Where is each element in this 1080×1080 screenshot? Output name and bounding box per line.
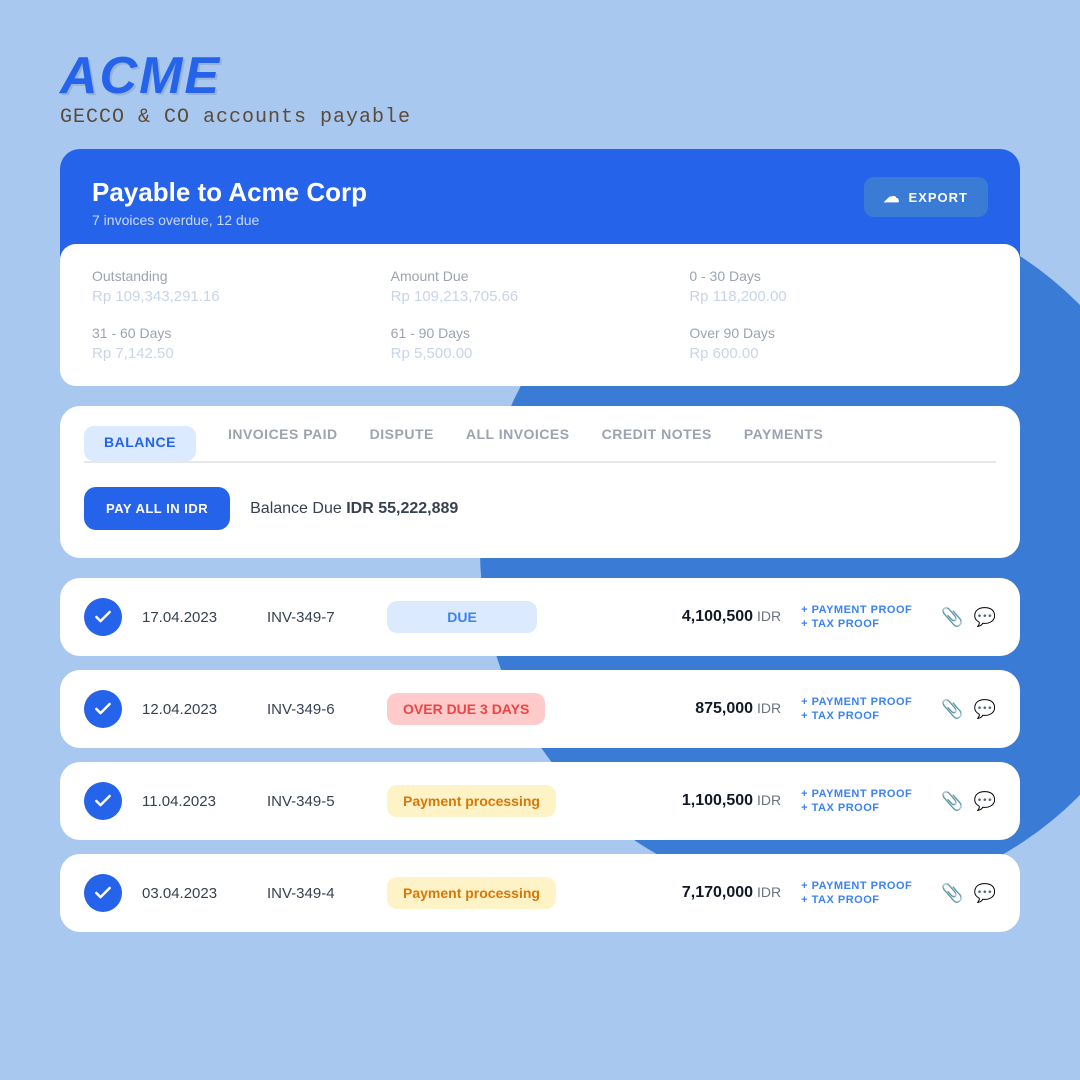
invoice-amount-1: 875,000IDR bbox=[641, 700, 781, 718]
stat-31-60: 31 - 60 Days Rp 7,142.50 bbox=[92, 325, 391, 362]
company-subtitle: GECCO & CO accounts payable bbox=[60, 106, 1020, 129]
payment-proof-link-2[interactable]: + PAYMENT PROOF bbox=[801, 788, 921, 800]
pay-all-button[interactable]: PAY ALL IN IDR bbox=[84, 487, 230, 530]
comment-icon-3[interactable]: 💬 bbox=[974, 883, 996, 904]
invoice-status-2: Payment processing bbox=[387, 785, 556, 817]
tab-dispute[interactable]: DISPUTE bbox=[370, 426, 434, 461]
invoice-row: 11.04.2023 INV-349-5 Payment processing … bbox=[60, 762, 1020, 840]
payment-proof-link-0[interactable]: + PAYMENT PROOF bbox=[801, 604, 921, 616]
comment-icon-0[interactable]: 💬 bbox=[974, 607, 996, 628]
check-icon-1[interactable] bbox=[84, 690, 122, 728]
tabs-content: PAY ALL IN IDR Balance Due IDR 55,222,88… bbox=[60, 463, 1020, 558]
invoice-list: 17.04.2023 INV-349-7 DUE 4,100,500IDR + … bbox=[60, 578, 1020, 932]
stat-61-90-label: 61 - 90 Days bbox=[391, 325, 690, 341]
tab-invoices-paid[interactable]: INVOICES PAID bbox=[228, 426, 338, 461]
invoice-date-0: 17.04.2023 bbox=[142, 609, 247, 626]
balance-due: Balance Due IDR 55,222,889 bbox=[250, 500, 458, 518]
export-icon: ☁ bbox=[884, 187, 901, 207]
invoice-date-3: 03.04.2023 bbox=[142, 885, 247, 902]
stat-31-60-value: Rp 7,142.50 bbox=[92, 345, 391, 362]
invoice-actions-3: + PAYMENT PROOF + TAX PROOF bbox=[801, 880, 921, 906]
invoice-status-1: OVER DUE 3 DAYS bbox=[387, 693, 545, 725]
invoice-actions-1: + PAYMENT PROOF + TAX PROOF bbox=[801, 696, 921, 722]
export-button[interactable]: ☁ EXPORT bbox=[864, 177, 988, 217]
tax-proof-link-3[interactable]: + TAX PROOF bbox=[801, 894, 921, 906]
summary-title: Payable to Acme Corp bbox=[92, 177, 367, 208]
check-icon-0[interactable] bbox=[84, 598, 122, 636]
invoice-row: 03.04.2023 INV-349-4 Payment processing … bbox=[60, 854, 1020, 932]
check-icon-2[interactable] bbox=[84, 782, 122, 820]
invoice-icons-1: 📎 💬 bbox=[941, 699, 996, 720]
tax-proof-link-1[interactable]: + TAX PROOF bbox=[801, 710, 921, 722]
check-icon-3[interactable] bbox=[84, 874, 122, 912]
tab-all-invoices[interactable]: ALL INVOICES bbox=[466, 426, 570, 461]
stat-amount-due-label: Amount Due bbox=[391, 268, 690, 284]
stat-outstanding-value: Rp 109,343,291.16 bbox=[92, 288, 391, 305]
stat-outstanding-label: Outstanding bbox=[92, 268, 391, 284]
attachment-icon-0[interactable]: 📎 bbox=[941, 607, 963, 628]
invoice-amount-2: 1,100,500IDR bbox=[641, 792, 781, 810]
payment-proof-link-3[interactable]: + PAYMENT PROOF bbox=[801, 880, 921, 892]
invoice-number-3: INV-349-4 bbox=[267, 885, 367, 902]
logo: ACME bbox=[60, 50, 1020, 102]
summary-subtitle: 7 invoices overdue, 12 due bbox=[92, 212, 367, 228]
stat-amount-due: Amount Due Rp 109,213,705.66 bbox=[391, 268, 690, 305]
summary-card: Payable to Acme Corp 7 invoices overdue,… bbox=[60, 149, 1020, 386]
invoice-row: 17.04.2023 INV-349-7 DUE 4,100,500IDR + … bbox=[60, 578, 1020, 656]
invoice-actions-0: + PAYMENT PROOF + TAX PROOF bbox=[801, 604, 921, 630]
comment-icon-1[interactable]: 💬 bbox=[974, 699, 996, 720]
stat-31-60-label: 31 - 60 Days bbox=[92, 325, 391, 341]
payment-proof-link-1[interactable]: + PAYMENT PROOF bbox=[801, 696, 921, 708]
stat-0-30-label: 0 - 30 Days bbox=[689, 268, 988, 284]
invoice-date-2: 11.04.2023 bbox=[142, 793, 247, 810]
stat-over-90-value: Rp 600.00 bbox=[689, 345, 988, 362]
invoice-number-1: INV-349-6 bbox=[267, 701, 367, 718]
stat-61-90-value: Rp 5,500.00 bbox=[391, 345, 690, 362]
attachment-icon-3[interactable]: 📎 bbox=[941, 883, 963, 904]
stat-over-90: Over 90 Days Rp 600.00 bbox=[689, 325, 988, 362]
invoice-row: 12.04.2023 INV-349-6 OVER DUE 3 DAYS 875… bbox=[60, 670, 1020, 748]
stat-over-90-label: Over 90 Days bbox=[689, 325, 988, 341]
invoice-icons-2: 📎 💬 bbox=[941, 791, 996, 812]
invoice-icons-0: 📎 💬 bbox=[941, 607, 996, 628]
invoice-status-0: DUE bbox=[387, 601, 537, 633]
tab-payments[interactable]: PAYMENTS bbox=[744, 426, 823, 461]
tab-credit-notes[interactable]: CREDIT NOTES bbox=[602, 426, 712, 461]
stat-amount-due-value: Rp 109,213,705.66 bbox=[391, 288, 690, 305]
tax-proof-link-2[interactable]: + TAX PROOF bbox=[801, 802, 921, 814]
stat-0-30: 0 - 30 Days Rp 118,200.00 bbox=[689, 268, 988, 305]
invoice-status-3: Payment processing bbox=[387, 877, 556, 909]
tax-proof-link-0[interactable]: + TAX PROOF bbox=[801, 618, 921, 630]
attachment-icon-1[interactable]: 📎 bbox=[941, 699, 963, 720]
invoice-number-2: INV-349-5 bbox=[267, 793, 367, 810]
invoice-actions-2: + PAYMENT PROOF + TAX PROOF bbox=[801, 788, 921, 814]
tabs-card: BALANCE INVOICES PAID DISPUTE ALL INVOIC… bbox=[60, 406, 1020, 558]
stat-outstanding: Outstanding Rp 109,343,291.16 bbox=[92, 268, 391, 305]
attachment-icon-2[interactable]: 📎 bbox=[941, 791, 963, 812]
invoice-amount-0: 4,100,500IDR bbox=[641, 608, 781, 626]
stats-grid: Outstanding Rp 109,343,291.16 Amount Due… bbox=[60, 244, 1020, 386]
invoice-icons-3: 📎 💬 bbox=[941, 883, 996, 904]
comment-icon-2[interactable]: 💬 bbox=[974, 791, 996, 812]
tabs-nav: BALANCE INVOICES PAID DISPUTE ALL INVOIC… bbox=[60, 406, 1020, 461]
header: ACME GECCO & CO accounts payable bbox=[60, 50, 1020, 129]
stat-61-90: 61 - 90 Days Rp 5,500.00 bbox=[391, 325, 690, 362]
tab-balance[interactable]: BALANCE bbox=[84, 426, 196, 461]
stat-0-30-value: Rp 118,200.00 bbox=[689, 288, 988, 305]
invoice-date-1: 12.04.2023 bbox=[142, 701, 247, 718]
invoice-number-0: INV-349-7 bbox=[267, 609, 367, 626]
invoice-amount-3: 7,170,000IDR bbox=[641, 884, 781, 902]
